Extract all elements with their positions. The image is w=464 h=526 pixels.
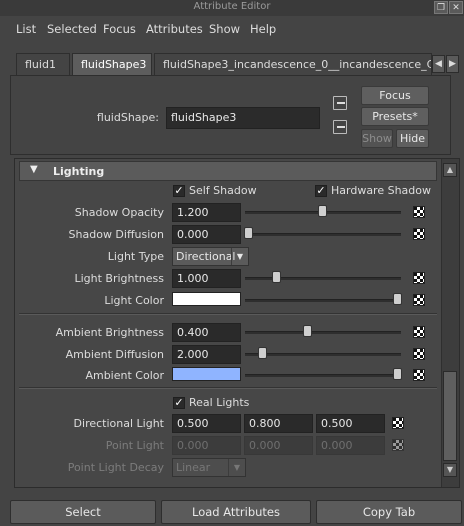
ambient-brightness-slider-handle[interactable] <box>303 325 312 337</box>
tab-fluid1[interactable]: fluid1 <box>16 53 70 75</box>
point-light-decay-value: Linear <box>176 461 211 474</box>
close-button[interactable]: ✕ <box>449 1 463 14</box>
ambient-diffusion-field[interactable]: 2.000 <box>172 345 241 364</box>
menu-show[interactable]: Show <box>209 22 240 36</box>
light-color-map-icon[interactable] <box>413 294 425 306</box>
scroll-up-arrow-icon[interactable]: ▲ <box>443 163 457 177</box>
menu-focus[interactable]: Focus <box>103 22 136 36</box>
section-title: Lighting <box>53 165 105 178</box>
shadow-opacity-map-icon[interactable] <box>413 206 425 218</box>
menu-attributes[interactable]: Attributes <box>146 22 203 36</box>
light-color-label: Light Color <box>104 294 164 307</box>
directional-light-label: Directional Light <box>73 417 164 430</box>
shadow-diffusion-map-icon[interactable] <box>413 228 425 240</box>
node-name-field[interactable]: fluidShape3 <box>166 107 320 129</box>
ambient-brightness-slider[interactable] <box>245 331 401 334</box>
ambient-color-swatch[interactable] <box>172 367 241 381</box>
output-connection-icon[interactable] <box>333 120 347 134</box>
menu-selected[interactable]: Selected <box>47 22 97 36</box>
presets-button[interactable]: Presets* <box>361 107 429 126</box>
shadow-diffusion-slider-handle[interactable] <box>244 227 253 239</box>
tab-fluidshape3[interactable]: fluidShape3 <box>72 53 152 75</box>
light-type-label: Light Type <box>107 250 164 263</box>
light-brightness-slider-handle[interactable] <box>272 271 281 283</box>
ambient-color-slider-handle[interactable] <box>393 368 402 380</box>
light-color-swatch[interactable] <box>172 292 241 306</box>
directional-light-z-field[interactable]: 0.500 <box>316 414 385 433</box>
light-color-slider-handle[interactable] <box>393 293 402 305</box>
shadow-diffusion-field[interactable]: 0.000 <box>172 225 241 244</box>
point-light-y-field[interactable]: 0.000 <box>244 436 313 455</box>
menu-bar: List Selected Focus Attributes Show Help <box>0 17 464 41</box>
scrollbar-thumb[interactable] <box>443 371 457 461</box>
real-lights-checkbox[interactable]: ✓ <box>173 397 185 409</box>
self-shadow-checkbox[interactable]: ✓ <box>173 185 185 197</box>
light-brightness-map-icon[interactable] <box>413 272 425 284</box>
point-light-label: Point Light <box>105 439 164 452</box>
separator <box>19 313 437 315</box>
ambient-brightness-label: Ambient Brightness <box>55 326 164 339</box>
self-shadow-label: Self Shadow <box>189 184 257 197</box>
point-light-decay-dropdown[interactable]: Linear ▼ <box>172 458 246 477</box>
input-connection-icon[interactable] <box>333 96 347 110</box>
point-light-z-field[interactable]: 0.000 <box>316 436 385 455</box>
chevron-down-icon: ▼ <box>231 248 248 265</box>
show-button[interactable]: Show <box>361 129 393 148</box>
menu-help[interactable]: Help <box>250 22 276 36</box>
ambient-brightness-map-icon[interactable] <box>413 326 425 338</box>
select-button[interactable]: Select <box>10 500 156 524</box>
separator <box>19 387 437 389</box>
menu-list[interactable]: List <box>16 22 36 36</box>
vertical-scrollbar[interactable]: ▲ ▼ <box>441 159 459 487</box>
scroll-down-arrow-icon[interactable]: ▼ <box>443 463 457 477</box>
tab-scroll-right[interactable]: ▶ <box>446 55 459 73</box>
load-attributes-button[interactable]: Load Attributes <box>161 500 311 524</box>
hide-button[interactable]: Hide <box>396 129 429 148</box>
real-lights-label: Real Lights <box>189 396 250 409</box>
light-type-dropdown[interactable]: Directional ▼ <box>172 247 249 266</box>
restore-button[interactable]: ❐ <box>434 1 448 14</box>
light-type-value: Directional <box>176 250 236 263</box>
focus-button[interactable]: Focus <box>361 86 429 105</box>
title-bar: Attribute Editor ❐ ✕ <box>0 0 464 16</box>
shadow-diffusion-slider[interactable] <box>245 233 401 236</box>
node-panel: fluidShape: fluidShape3 Focus Presets* S… <box>10 75 451 155</box>
point-light-x-field[interactable]: 0.000 <box>172 436 241 455</box>
point-light-decay-label: Point Light Decay <box>67 461 164 474</box>
tab-scroll-left[interactable]: ◀ <box>432 55 445 73</box>
shadow-opacity-slider-handle[interactable] <box>318 205 327 217</box>
directional-light-x-field[interactable]: 0.500 <box>172 414 241 433</box>
attribute-panel: ▼ Lighting ✓ Self Shadow ✓ Hardware Shad… <box>14 158 460 488</box>
point-light-map-icon[interactable] <box>392 439 404 451</box>
tab-strip: fluid1 fluidShape3 fluidShape3_incandesc… <box>10 53 460 75</box>
window-title: Attribute Editor <box>193 1 271 12</box>
ambient-color-map-icon[interactable] <box>413 369 425 381</box>
light-brightness-field[interactable]: 1.000 <box>172 269 241 288</box>
hardware-shadow-label: Hardware Shadow <box>331 184 432 197</box>
ambient-diffusion-map-icon[interactable] <box>413 348 425 360</box>
hardware-shadow-checkbox[interactable]: ✓ <box>315 185 327 197</box>
ambient-diffusion-label: Ambient Diffusion <box>65 348 164 361</box>
ambient-color-slider[interactable] <box>245 374 401 377</box>
shadow-opacity-field[interactable]: 1.200 <box>172 203 241 222</box>
light-brightness-slider[interactable] <box>245 277 401 280</box>
lighting-section-header[interactable]: ▼ Lighting <box>19 161 437 181</box>
node-name-label: fluidShape: <box>96 111 159 124</box>
directional-light-y-field[interactable]: 0.800 <box>244 414 313 433</box>
light-brightness-label: Light Brightness <box>74 272 164 285</box>
directional-light-map-icon[interactable] <box>392 417 404 429</box>
collapse-arrow-icon: ▼ <box>30 164 38 175</box>
light-color-slider[interactable] <box>245 299 401 302</box>
copy-tab-button[interactable]: Copy Tab <box>316 500 462 524</box>
tab-incandescence-ramp[interactable]: fluidShape3_incandescence_0__incandescen… <box>154 53 432 75</box>
chevron-down-icon: ▼ <box>228 459 245 476</box>
ambient-color-label: Ambient Color <box>85 369 164 382</box>
ambient-brightness-field[interactable]: 0.400 <box>172 323 241 342</box>
shadow-diffusion-label: Shadow Diffusion <box>68 228 164 241</box>
ambient-diffusion-slider-handle[interactable] <box>258 347 267 359</box>
ambient-diffusion-slider[interactable] <box>245 353 401 356</box>
shadow-opacity-label: Shadow Opacity <box>74 206 164 219</box>
